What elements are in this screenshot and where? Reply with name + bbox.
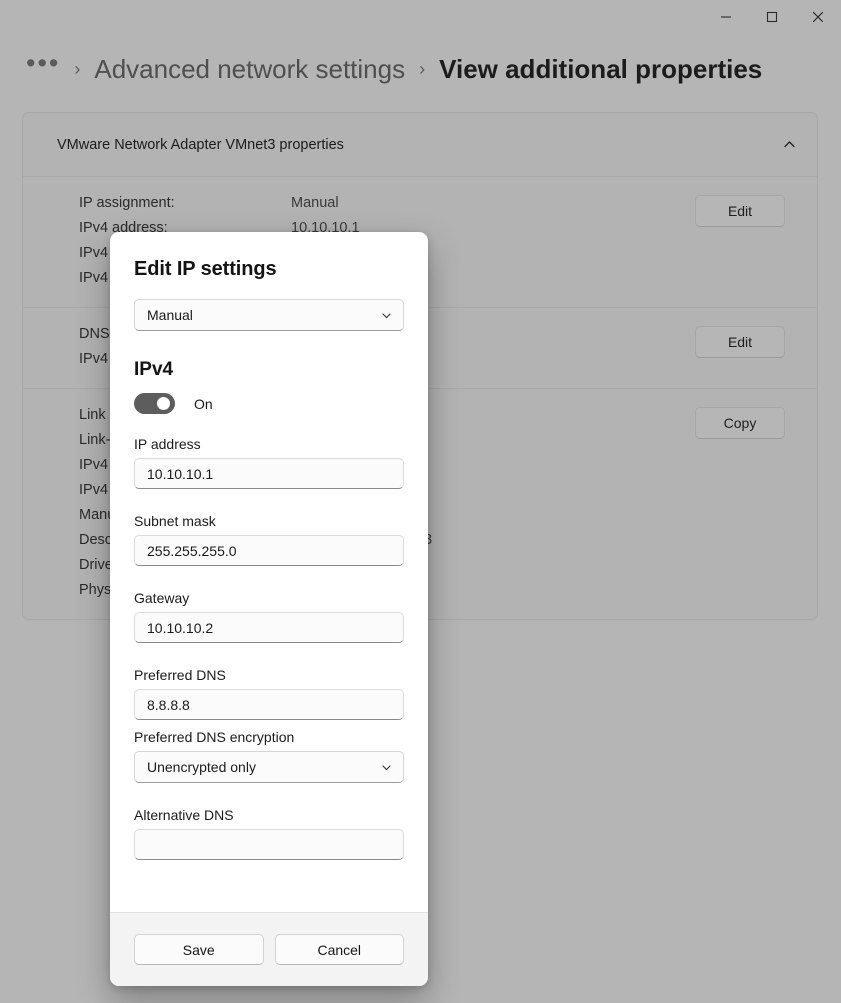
maximize-button[interactable]: [749, 0, 795, 34]
preferred-dns-encryption-dropdown[interactable]: Unencrypted only: [134, 751, 404, 783]
gateway-input[interactable]: 10.10.10.2: [134, 612, 404, 643]
card-title: VMware Network Adapter VMnet3 properties: [57, 136, 344, 153]
breadcrumb-link-advanced-network-settings[interactable]: Advanced network settings: [94, 54, 405, 85]
dialog-body: Edit IP settings Manual IPv4 On IP addre…: [110, 232, 428, 912]
subnet-mask-input[interactable]: 255.255.255.0: [134, 535, 404, 566]
preferred-dns-input[interactable]: 8.8.8.8: [134, 689, 404, 720]
field-spacer: [134, 566, 404, 590]
edit-button[interactable]: Edit: [695, 326, 785, 358]
breadcrumb-overflow-button[interactable]: •••: [26, 50, 60, 82]
toggle-knob: [157, 397, 170, 410]
field-label: Alternative DNS: [134, 807, 234, 823]
ipv4-toggle-label: On: [194, 395, 213, 412]
field-label: IP address: [134, 436, 201, 452]
ip-assignment-value: Manual: [147, 307, 193, 323]
dialog-title: Edit IP settings: [134, 258, 277, 280]
ipv4-section-heading: IPv4: [134, 359, 174, 380]
breadcrumb-separator-2: ›: [419, 58, 426, 79]
edit-ip-settings-dialog: Edit IP settings Manual IPv4 On IP addre…: [110, 232, 428, 986]
save-button[interactable]: Save: [134, 934, 264, 965]
field-spacer: [134, 489, 404, 513]
minimize-icon: [721, 16, 731, 18]
ip-address-input[interactable]: 10.10.10.1: [134, 458, 404, 489]
edit-button[interactable]: Edit: [695, 195, 785, 227]
ipv4-toggle-row: On: [134, 393, 404, 414]
app-window: ••• › Advanced network settings › View a…: [0, 0, 841, 1003]
ip-assignment-dropdown[interactable]: Manual: [134, 299, 404, 331]
page-title: View additional properties: [439, 53, 763, 84]
property-key: IP assignment:: [79, 195, 175, 211]
dialog-footer: Save Cancel: [110, 912, 428, 986]
cancel-button[interactable]: Cancel: [274, 934, 404, 965]
alternative-dns-input[interactable]: [134, 829, 404, 860]
field-spacer: [134, 720, 404, 729]
property-value: Manual: [291, 195, 339, 211]
field-label: Subnet mask: [134, 513, 216, 529]
preferred-dns-encryption-value: Unencrypted only: [147, 759, 256, 775]
chevron-down-icon: [382, 764, 391, 770]
property-row: IP assignment: Manual: [79, 191, 695, 216]
breadcrumb-separator-1: ›: [74, 58, 81, 79]
copy-button[interactable]: Copy: [695, 407, 785, 439]
card-header[interactable]: VMware Network Adapter VMnet3 properties: [23, 113, 817, 177]
dialog-field-list: IP address 10.10.10.1 Subnet mask 255.255.2…: [134, 436, 404, 860]
chevron-up-icon[interactable]: [782, 137, 797, 152]
field-label: Gateway: [134, 590, 190, 606]
chevron-down-icon: [382, 312, 391, 318]
field-label: Preferred DNS: [134, 667, 226, 683]
close-button[interactable]: [795, 0, 841, 34]
minimize-button[interactable]: [703, 0, 749, 34]
breadcrumb: ••• › Advanced network settings › View a…: [0, 34, 841, 90]
field-label: Preferred DNS encryption: [134, 729, 295, 745]
field-spacer: [134, 783, 404, 807]
maximize-icon: [766, 11, 778, 23]
close-icon: [812, 11, 824, 23]
ipv4-toggle-switch[interactable]: [134, 393, 175, 414]
window-titlebar: [0, 0, 841, 34]
field-spacer: [134, 643, 404, 667]
